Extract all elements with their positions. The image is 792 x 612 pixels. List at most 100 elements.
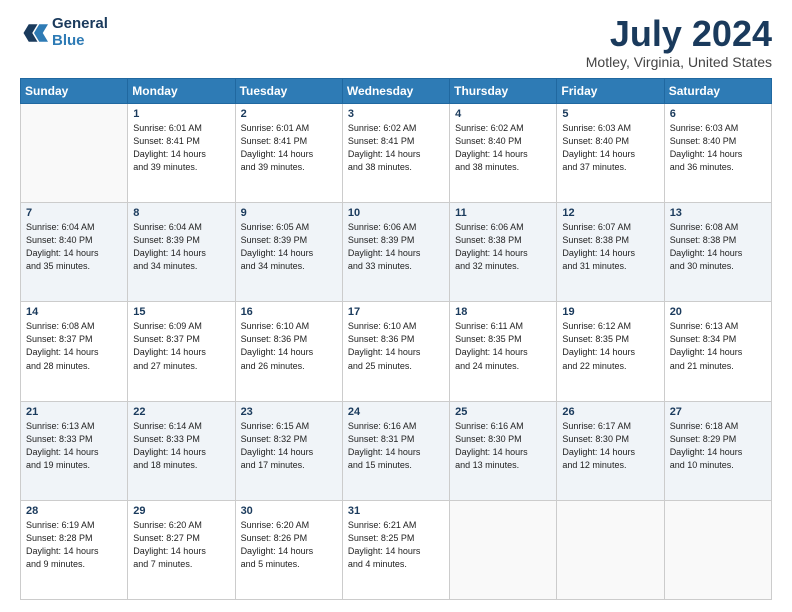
col-friday: Friday <box>557 79 664 104</box>
table-row <box>557 500 664 599</box>
day-info: Sunrise: 6:02 AM Sunset: 8:41 PM Dayligh… <box>348 122 444 174</box>
table-row: 16Sunrise: 6:10 AM Sunset: 8:36 PM Dayli… <box>235 302 342 401</box>
col-monday: Monday <box>128 79 235 104</box>
day-info: Sunrise: 6:03 AM Sunset: 8:40 PM Dayligh… <box>670 122 766 174</box>
day-info: Sunrise: 6:11 AM Sunset: 8:35 PM Dayligh… <box>455 320 551 372</box>
day-info: Sunrise: 6:08 AM Sunset: 8:38 PM Dayligh… <box>670 221 766 273</box>
table-row: 5 Sunrise: 6:03 AM Sunset: 8:40 PM Daylig… <box>557 104 664 203</box>
day-number: 4 <box>455 108 551 120</box>
table-row: 10 Sunrise: 6:06 AM Sunset: 8:39 PM Dayli… <box>342 203 449 302</box>
day-number: 6 <box>670 108 766 120</box>
col-tuesday: Tuesday <box>235 79 342 104</box>
day-info: Sunrise: 6:06 AM Sunset: 8:38 PM Dayligh… <box>455 221 551 273</box>
day-number: 15 <box>133 306 229 318</box>
table-row: 9 Sunrise: 6:05 AM Sunset: 8:39 PM Daylig… <box>235 203 342 302</box>
table-row: 23Sunrise: 6:15 AM Sunset: 8:32 PM Dayli… <box>235 401 342 500</box>
table-row <box>450 500 557 599</box>
day-number: 7 <box>26 207 122 219</box>
day-number: 24 <box>348 406 444 418</box>
col-sunday: Sunday <box>21 79 128 104</box>
day-number: 30 <box>241 505 337 517</box>
day-number: 18 <box>455 306 551 318</box>
calendar-week-row: 21 Sunrise: 6:13 AM Sunset: 8:33 PM Dayli… <box>21 401 772 500</box>
day-info: Sunrise: 6:21 AM Sunset: 8:25 PM Dayligh… <box>348 519 444 571</box>
page: General Blue July 2024 Motley, Virginia,… <box>0 0 792 612</box>
table-row: 28Sunrise: 6:19 AM Sunset: 8:28 PM Dayli… <box>21 500 128 599</box>
table-row: 14Sunrise: 6:08 AM Sunset: 8:37 PM Dayli… <box>21 302 128 401</box>
day-info: Sunrise: 6:14 AM Sunset: 8:33 PM Dayligh… <box>133 420 229 472</box>
month-title: July 2024 <box>586 16 772 52</box>
day-info: Sunrise: 6:10 AM Sunset: 8:36 PM Dayligh… <box>348 320 444 372</box>
calendar-week-row: 14Sunrise: 6:08 AM Sunset: 8:37 PM Dayli… <box>21 302 772 401</box>
table-row: 27 Sunrise: 6:18 AM Sunset: 8:29 PM Dayli… <box>664 401 771 500</box>
table-row: 24 Sunrise: 6:16 AM Sunset: 8:31 PM Dayli… <box>342 401 449 500</box>
calendar-week-row: 28Sunrise: 6:19 AM Sunset: 8:28 PM Dayli… <box>21 500 772 599</box>
day-number: 19 <box>562 306 658 318</box>
day-number: 1 <box>133 108 229 120</box>
day-info: Sunrise: 6:04 AM Sunset: 8:40 PM Dayligh… <box>26 221 122 273</box>
calendar-table: Sunday Monday Tuesday Wednesday Thursday… <box>20 78 772 600</box>
table-row: 12 Sunrise: 6:07 AM Sunset: 8:38 PM Dayli… <box>557 203 664 302</box>
table-row: 11 Sunrise: 6:06 AM Sunset: 8:38 PM Dayli… <box>450 203 557 302</box>
day-number: 16 <box>241 306 337 318</box>
col-thursday: Thursday <box>450 79 557 104</box>
day-info: Sunrise: 6:07 AM Sunset: 8:38 PM Dayligh… <box>562 221 658 273</box>
location: Motley, Virginia, United States <box>586 54 772 70</box>
title-area: July 2024 Motley, Virginia, United State… <box>586 16 772 70</box>
day-number: 3 <box>348 108 444 120</box>
col-saturday: Saturday <box>664 79 771 104</box>
day-number: 25 <box>455 406 551 418</box>
day-info: Sunrise: 6:01 AM Sunset: 8:41 PM Dayligh… <box>241 122 337 174</box>
day-number: 11 <box>455 207 551 219</box>
calendar-week-row: 1 Sunrise: 6:01 AM Sunset: 8:41 PM Daylig… <box>21 104 772 203</box>
table-row: 25 Sunrise: 6:16 AM Sunset: 8:30 PM Dayli… <box>450 401 557 500</box>
table-row: 3 Sunrise: 6:02 AM Sunset: 8:41 PM Daylig… <box>342 104 449 203</box>
day-info: Sunrise: 6:06 AM Sunset: 8:39 PM Dayligh… <box>348 221 444 273</box>
day-info: Sunrise: 6:08 AM Sunset: 8:37 PM Dayligh… <box>26 320 122 372</box>
table-row <box>21 104 128 203</box>
header: General Blue July 2024 Motley, Virginia,… <box>20 16 772 70</box>
table-row: 1 Sunrise: 6:01 AM Sunset: 8:41 PM Daylig… <box>128 104 235 203</box>
day-info: Sunrise: 6:09 AM Sunset: 8:37 PM Dayligh… <box>133 320 229 372</box>
day-info: Sunrise: 6:13 AM Sunset: 8:33 PM Dayligh… <box>26 420 122 472</box>
table-row: 22 Sunrise: 6:14 AM Sunset: 8:33 PM Dayli… <box>128 401 235 500</box>
day-number: 20 <box>670 306 766 318</box>
table-row: 21 Sunrise: 6:13 AM Sunset: 8:33 PM Dayli… <box>21 401 128 500</box>
day-info: Sunrise: 6:20 AM Sunset: 8:27 PM Dayligh… <box>133 519 229 571</box>
day-number: 13 <box>670 207 766 219</box>
day-number: 29 <box>133 505 229 517</box>
table-row: 20 Sunrise: 6:13 AM Sunset: 8:34 PM Dayli… <box>664 302 771 401</box>
day-number: 21 <box>26 406 122 418</box>
day-info: Sunrise: 6:03 AM Sunset: 8:40 PM Dayligh… <box>562 122 658 174</box>
day-info: Sunrise: 6:19 AM Sunset: 8:28 PM Dayligh… <box>26 519 122 571</box>
day-info: Sunrise: 6:17 AM Sunset: 8:30 PM Dayligh… <box>562 420 658 472</box>
table-row <box>664 500 771 599</box>
day-number: 26 <box>562 406 658 418</box>
day-number: 22 <box>133 406 229 418</box>
table-row: 8Sunrise: 6:04 AM Sunset: 8:39 PM Daylig… <box>128 203 235 302</box>
day-info: Sunrise: 6:18 AM Sunset: 8:29 PM Dayligh… <box>670 420 766 472</box>
table-row: 26 Sunrise: 6:17 AM Sunset: 8:30 PM Dayli… <box>557 401 664 500</box>
table-row: 19Sunrise: 6:12 AM Sunset: 8:35 PM Dayli… <box>557 302 664 401</box>
day-info: Sunrise: 6:16 AM Sunset: 8:30 PM Dayligh… <box>455 420 551 472</box>
day-info: Sunrise: 6:05 AM Sunset: 8:39 PM Dayligh… <box>241 221 337 273</box>
calendar-header-row: Sunday Monday Tuesday Wednesday Thursday… <box>21 79 772 104</box>
day-info: Sunrise: 6:04 AM Sunset: 8:39 PM Dayligh… <box>133 221 229 273</box>
logo: General Blue <box>20 16 108 49</box>
day-info: Sunrise: 6:13 AM Sunset: 8:34 PM Dayligh… <box>670 320 766 372</box>
table-row: 6 Sunrise: 6:03 AM Sunset: 8:40 PM Daylig… <box>664 104 771 203</box>
calendar-week-row: 7 Sunrise: 6:04 AM Sunset: 8:40 PM Daylig… <box>21 203 772 302</box>
table-row: 30Sunrise: 6:20 AM Sunset: 8:26 PM Dayli… <box>235 500 342 599</box>
day-number: 10 <box>348 207 444 219</box>
day-number: 2 <box>241 108 337 120</box>
logo-text: General Blue <box>52 16 108 49</box>
day-number: 5 <box>562 108 658 120</box>
table-row: 4Sunrise: 6:02 AM Sunset: 8:40 PM Daylig… <box>450 104 557 203</box>
day-number: 27 <box>670 406 766 418</box>
day-number: 9 <box>241 207 337 219</box>
day-number: 31 <box>348 505 444 517</box>
day-number: 12 <box>562 207 658 219</box>
day-info: Sunrise: 6:01 AM Sunset: 8:41 PM Dayligh… <box>133 122 229 174</box>
logo-icon <box>20 19 48 47</box>
day-info: Sunrise: 6:16 AM Sunset: 8:31 PM Dayligh… <box>348 420 444 472</box>
